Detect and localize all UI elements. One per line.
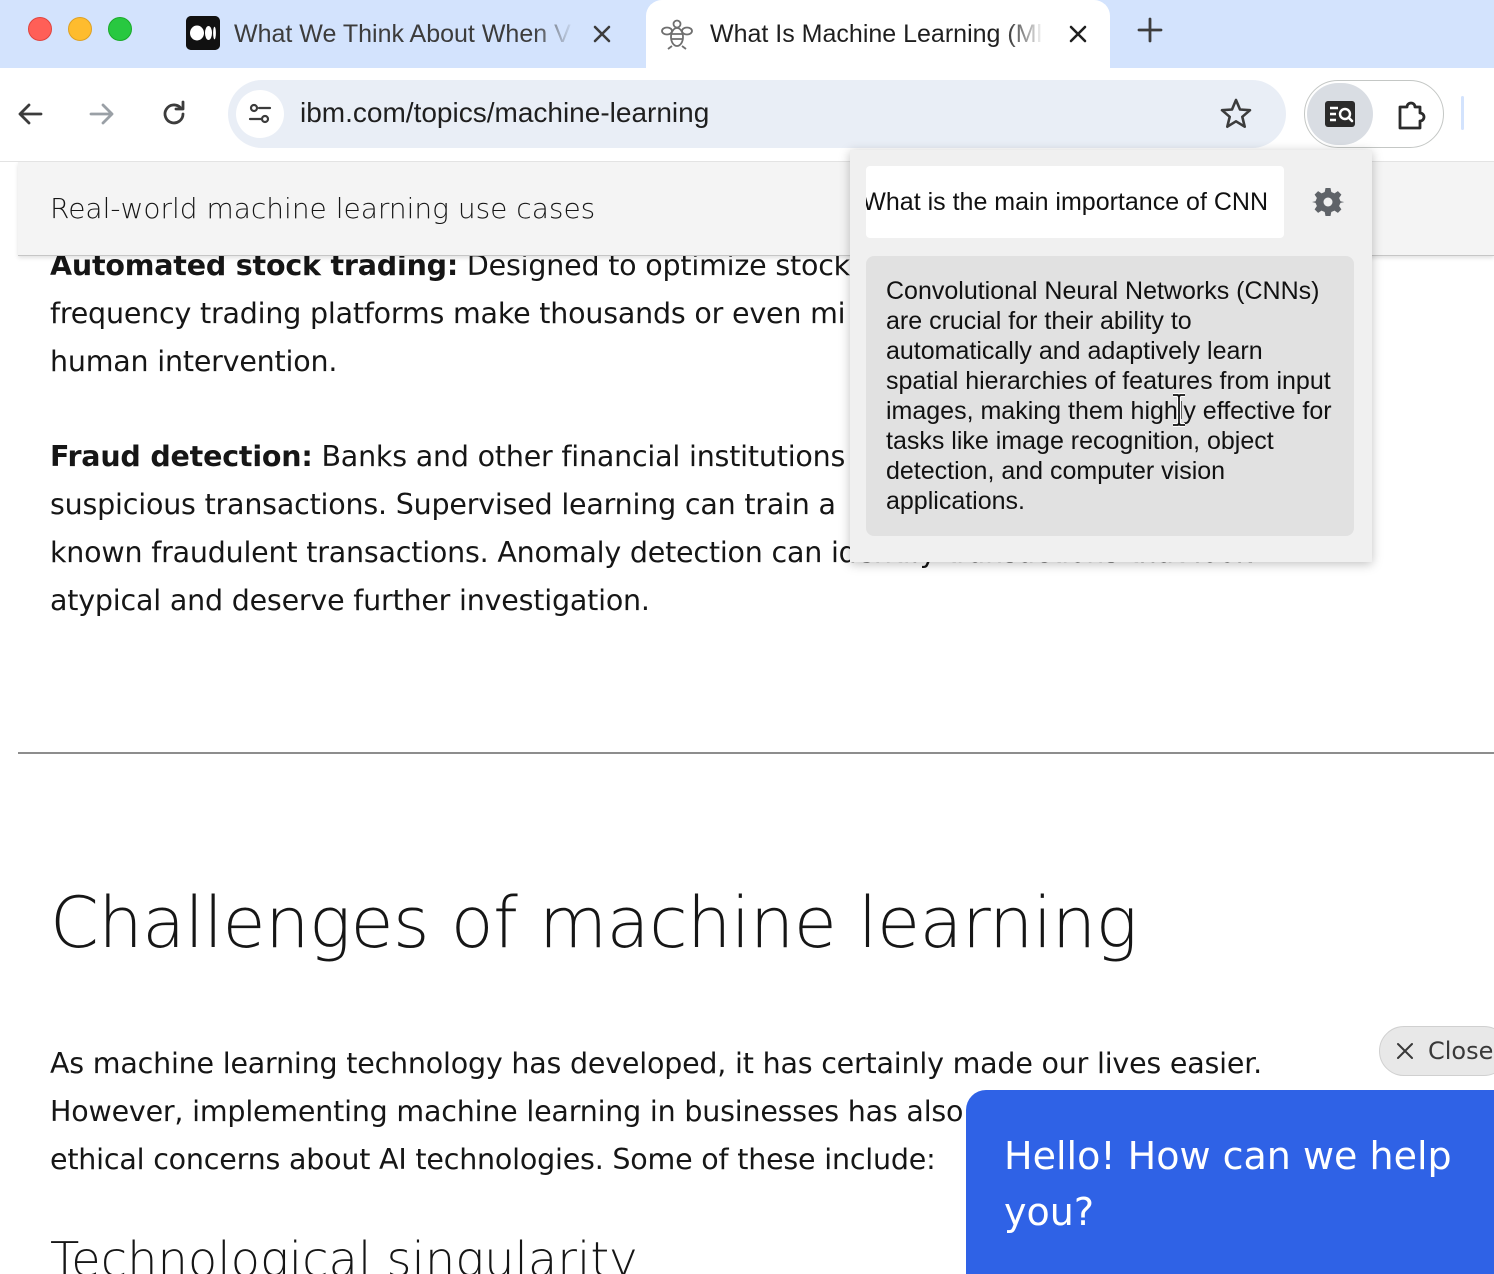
text-cursor-icon	[1173, 393, 1185, 427]
new-tab-plus-icon[interactable]	[1134, 14, 1166, 46]
tab-medium-article[interactable]: What We Think About When V	[166, 0, 642, 68]
close-icon[interactable]	[1064, 20, 1092, 48]
extensions-area	[1304, 80, 1444, 148]
ibm-bee-icon	[661, 19, 693, 50]
section-divider	[18, 752, 1494, 754]
page-search-extension-button[interactable]	[1307, 83, 1373, 145]
term-label: Fraud detection:	[50, 440, 313, 473]
site-info-button[interactable]	[236, 90, 284, 138]
question-input[interactable]: What is the main importance of CNN	[866, 166, 1284, 238]
extension-popup: What is the main importance of CNN Convo…	[850, 150, 1372, 562]
answer-panel: Convolutional Neural Networks (CNNs) are…	[866, 256, 1354, 536]
close-label: Close	[1428, 1037, 1494, 1065]
section-heading: Challenges of machine learning	[50, 882, 1138, 964]
subsection-heading: Technological singularity	[50, 1232, 638, 1274]
back-arrow-icon[interactable]	[12, 96, 48, 132]
window-zoom-button[interactable]	[108, 17, 132, 41]
window-close-button[interactable]	[28, 17, 52, 41]
chat-widget[interactable]: Hello! How can we help you?	[966, 1090, 1494, 1274]
chat-close-button[interactable]: Close	[1379, 1026, 1494, 1076]
address-bar[interactable]: ibm.com/topics/machine-learning	[228, 80, 1286, 148]
tab-strip: What We Think About When V What Is Machi…	[0, 0, 1494, 68]
extensions-puzzle-icon[interactable]	[1393, 97, 1429, 133]
reload-icon[interactable]	[156, 96, 192, 132]
url-text[interactable]: ibm.com/topics/machine-learning	[300, 97, 709, 129]
window-minimize-button[interactable]	[68, 17, 92, 41]
gear-icon[interactable]	[1312, 186, 1344, 218]
chat-greeting: Hello! How can we help you?	[1004, 1134, 1452, 1234]
toolbar-separator	[1461, 96, 1464, 130]
close-icon[interactable]	[588, 20, 616, 48]
medium-logo-icon	[186, 16, 220, 50]
current-section-label: Real-world machine learning use cases	[50, 192, 596, 225]
bookmark-star-icon[interactable]	[1218, 96, 1254, 132]
close-icon	[1397, 1043, 1413, 1059]
browser-toolbar: ibm.com/topics/machine-learning	[0, 68, 1494, 162]
tab-title: What Is Machine Learning (Ml	[710, 19, 1043, 48]
tab-ibm-machine-learning[interactable]: What Is Machine Learning (Ml	[646, 0, 1110, 68]
tab-title: What We Think About When V	[234, 19, 571, 48]
tune-icon	[248, 103, 272, 124]
page-search-icon	[1325, 101, 1355, 127]
forward-arrow-icon[interactable]	[84, 96, 120, 132]
